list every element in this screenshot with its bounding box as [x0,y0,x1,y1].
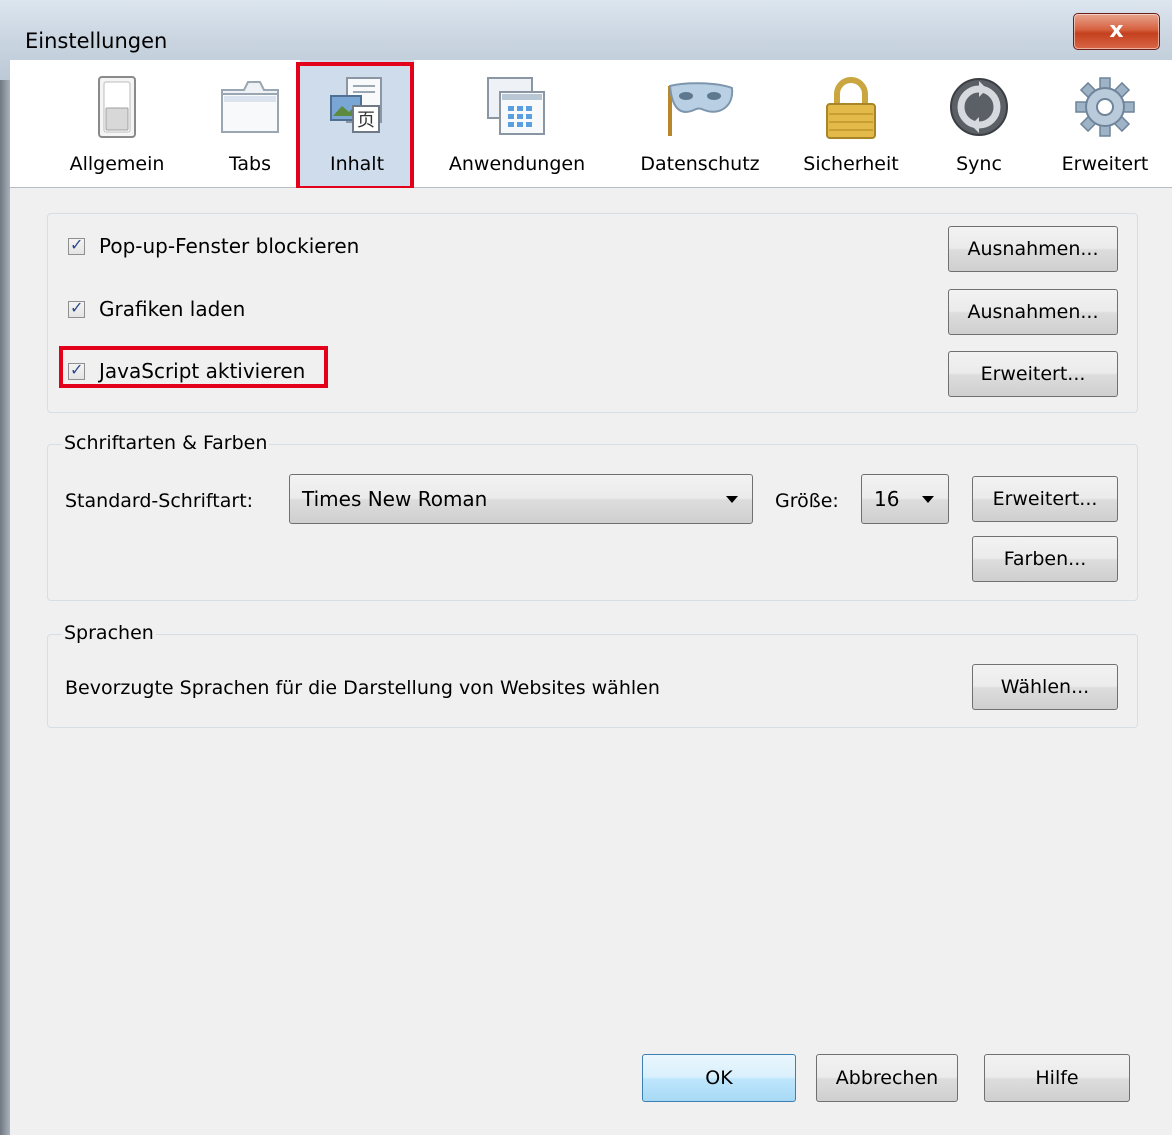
checkbox-checked-icon [68,235,85,255]
tab-erweitert[interactable]: Erweitert [1046,60,1164,187]
font-size-value: 16 [874,487,900,511]
choose-languages-button[interactable]: Wählen... [972,664,1118,710]
checkbox-checked-icon [68,298,85,318]
languages-legend: Sprachen [62,622,156,644]
popup-block-label: Pop-up-Fenster blockieren [99,234,360,258]
page-content-icon: 页 [327,76,387,140]
font-size-label: Größe: [775,490,839,512]
window-title: Einstellungen [25,29,168,53]
applications-icon [486,76,548,142]
javascript-label: JavaScript aktivieren [99,359,306,383]
popup-block-checkbox[interactable]: Pop-up-Fenster blockieren [68,234,359,258]
tab-inhalt[interactable]: 页 Inhalt [300,60,414,187]
popup-exceptions-button[interactable]: Ausnahmen... [948,226,1118,272]
switch-icon [98,76,136,142]
tab-datenschutz[interactable]: Datenschutz [626,60,774,187]
images-exceptions-button[interactable]: Ausnahmen... [948,289,1118,335]
tab-label: Sync [956,153,1002,175]
sync-icon [948,76,1010,142]
load-images-label: Grafiken laden [99,297,246,321]
tab-allgemein[interactable]: Allgemein [54,60,180,187]
javascript-checkbox[interactable]: JavaScript aktivieren [68,359,305,383]
tab-label: Sicherheit [803,153,899,175]
tab-tabs[interactable]: Tabs [210,60,290,187]
tab-label: Inhalt [329,153,385,175]
tab-label: Anwendungen [448,153,586,175]
preferences-toolbar: Allgemein Tabs 页 Inhalt Anwendungen Date… [10,60,1172,188]
close-button[interactable]: x [1073,13,1160,50]
colors-button[interactable]: Farben... [972,536,1118,582]
tab-sync[interactable]: Sync [936,60,1022,187]
content-options-group: Pop-up-Fenster blockieren Ausnahmen... G… [47,213,1138,413]
tab-label: Erweitert [1061,153,1149,175]
tab-label: Datenschutz [640,153,760,175]
ok-button[interactable]: OK [642,1054,796,1102]
window-border-left [0,80,10,1135]
chevron-down-icon [922,496,934,503]
tab-label: Tabs [228,153,272,175]
tab-label: Allgemein [69,153,165,175]
cancel-button[interactable]: Abbrechen [816,1054,958,1102]
mask-icon [664,76,736,142]
javascript-advanced-button[interactable]: Erweitert... [948,351,1118,397]
window-tabs-icon [220,76,280,140]
fonts-colors-legend: Schriftarten & Farben [62,432,270,454]
load-images-checkbox[interactable]: Grafiken laden [68,297,245,321]
default-font-select[interactable]: Times New Roman [289,474,753,524]
tab-sicherheit[interactable]: Sicherheit [788,60,914,187]
tab-anwendungen[interactable]: Anwendungen [432,60,602,187]
svg-text:页: 页 [357,110,375,131]
gear-icon [1074,76,1136,142]
help-button[interactable]: Hilfe [984,1054,1130,1102]
languages-description: Bevorzugte Sprachen für die Darstellung … [65,677,660,699]
default-font-value: Times New Roman [302,487,488,511]
font-size-select[interactable]: 16 [861,474,949,524]
checkbox-checked-icon [68,360,85,380]
chevron-down-icon [726,496,738,503]
fonts-advanced-button[interactable]: Erweitert... [972,476,1118,522]
padlock-icon [823,76,879,144]
dialog-window: Einstellungen x Allgemein Tabs 页 Inhalt … [0,0,1172,1135]
default-font-label: Standard-Schriftart: [65,490,254,512]
content-pane: Pop-up-Fenster blockieren Ausnahmen... G… [10,188,1172,1135]
